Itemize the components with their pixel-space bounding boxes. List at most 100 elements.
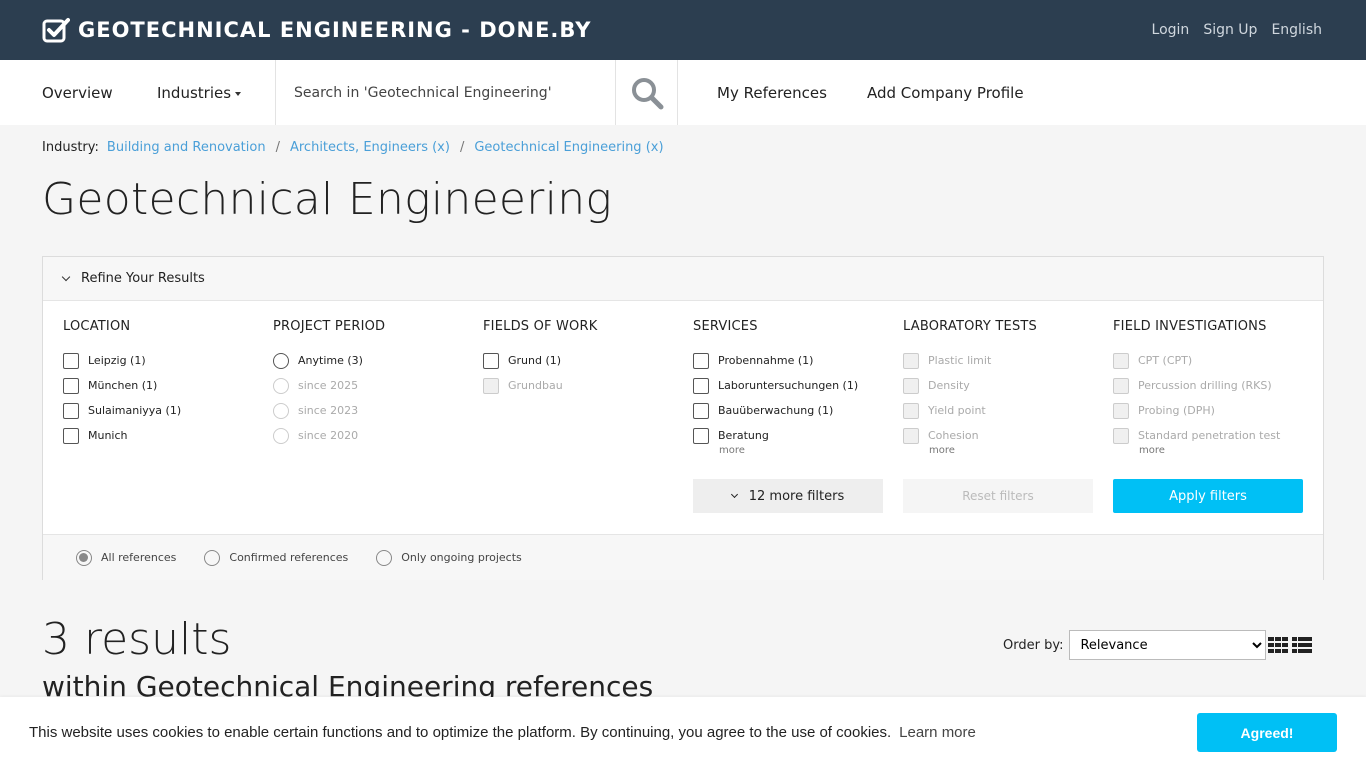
checkbox <box>1113 377 1129 394</box>
radio-button <box>273 402 289 419</box>
filter-option-label: Standard penetration test <box>1138 429 1281 442</box>
checkbox <box>483 377 499 394</box>
breadcrumb-geotechnical-engineering[interactable]: Geotechnical Engineering (x) <box>474 140 663 155</box>
filter-option-checkbox[interactable]: Probennahme (1) <box>693 348 903 373</box>
grid-view-icon[interactable] <box>1268 637 1288 653</box>
filter-option-label: Percussion drilling (RKS) <box>1138 379 1272 392</box>
radio-button <box>273 427 289 444</box>
filter-project-period-title: PROJECT PERIOD <box>273 319 386 334</box>
checkbox[interactable] <box>63 402 79 419</box>
radio-ongoing-projects[interactable]: Only ongoing projects <box>376 549 522 566</box>
checkbox <box>1113 402 1129 419</box>
checkbox[interactable] <box>63 377 79 394</box>
radio-confirmed-references[interactable]: Confirmed references <box>204 549 348 566</box>
filter-field-investigations: FIELD INVESTIGATIONS CPT (CPT) Percussio… <box>1113 319 1323 456</box>
filter-option-label: Grundbau <box>508 379 563 392</box>
results-count: 3 results <box>42 614 232 665</box>
more-filters-label: 12 more filters <box>748 488 845 504</box>
filter-option-label: since 2023 <box>298 404 359 417</box>
nav-add-company-profile[interactable]: Add Company Profile <box>867 60 1024 125</box>
checkbox <box>1113 352 1129 369</box>
search-button[interactable] <box>615 60 678 125</box>
radio-label: Only ongoing projects <box>401 551 522 564</box>
checkbox[interactable] <box>693 377 709 394</box>
breadcrumb-architects-engineers[interactable]: Architects, Engineers (x) <box>290 140 450 155</box>
services-more-link[interactable]: more <box>719 445 903 456</box>
list-view-icon[interactable] <box>1292 637 1312 653</box>
field-investigations-more-link[interactable]: more <box>1139 445 1323 456</box>
radio-button[interactable] <box>376 549 393 566</box>
filter-option-label: since 2020 <box>298 429 359 442</box>
filter-option-checkbox[interactable]: Sulaimaniyya (1) <box>63 398 273 423</box>
reference-type-options: All references Confirmed references Only… <box>43 534 1323 580</box>
radio-button[interactable] <box>273 352 289 369</box>
filter-option-label: since 2025 <box>298 379 359 392</box>
breadcrumb-building-renovation[interactable]: Building and Renovation <box>107 140 266 155</box>
filter-option-radio: since 2023 <box>273 398 483 423</box>
filter-option-checkbox[interactable]: Laboruntersuchungen (1) <box>693 373 903 398</box>
filter-option-label: Probing (DPH) <box>1138 404 1215 417</box>
filter-option-checkbox: Yield point <box>903 398 1113 423</box>
filter-option-checkbox[interactable]: Munich <box>63 423 273 448</box>
checkbox[interactable] <box>483 352 499 369</box>
nav-add-company-label: Add Company Profile <box>867 83 1024 102</box>
order-by: Order by: Relevance <box>1003 630 1267 660</box>
filter-columns: LOCATION Leipzig (1) München (1) Sulaima… <box>63 319 1323 456</box>
filter-option-checkbox[interactable]: Grund (1) <box>483 348 693 373</box>
filter-option-radio: since 2020 <box>273 423 483 448</box>
filter-laboratory-tests: LABORATORY TESTS Plastic limit Density Y… <box>903 319 1113 456</box>
filter-option-label: Cohesion <box>928 429 979 442</box>
filter-option-label: Anytime (3) <box>298 354 363 367</box>
cookie-learn-more-link[interactable]: Learn more <box>899 724 976 741</box>
breadcrumb-separator: / <box>275 140 280 155</box>
filter-option-label: Grund (1) <box>508 354 562 367</box>
nav-overview[interactable]: Overview <box>0 60 157 125</box>
radio-button-selected[interactable] <box>76 549 92 566</box>
nav-industries-dropdown[interactable]: Industries <box>157 60 275 125</box>
checkbox[interactable] <box>63 352 79 369</box>
reset-filters-button[interactable]: Reset filters <box>903 479 1093 513</box>
apply-filters-button[interactable]: Apply filters <box>1113 479 1303 513</box>
search-icon <box>631 77 663 109</box>
laboratory-tests-more-link[interactable]: more <box>929 445 1113 456</box>
checkbox[interactable] <box>63 427 79 444</box>
radio-button[interactable] <box>204 549 221 566</box>
filter-option-checkbox[interactable]: Leipzig (1) <box>63 348 273 373</box>
nav-my-references[interactable]: My References <box>678 60 867 125</box>
checkbox[interactable] <box>693 352 709 369</box>
cookie-agree-button[interactable]: Agreed! <box>1197 713 1337 752</box>
search-input[interactable] <box>276 60 615 125</box>
filter-location: LOCATION Leipzig (1) München (1) Sulaima… <box>63 319 273 456</box>
filter-option-label: Probennahme (1) <box>718 354 814 367</box>
search-box <box>275 60 615 125</box>
order-by-select[interactable]: Relevance <box>1069 630 1267 660</box>
signup-link[interactable]: Sign Up <box>1201 22 1259 38</box>
checkbox[interactable] <box>693 402 709 419</box>
checkbox-check-icon <box>42 18 70 43</box>
filter-option-checkbox: Percussion drilling (RKS) <box>1113 373 1323 398</box>
filter-option-checkbox[interactable]: München (1) <box>63 373 273 398</box>
filter-option-checkbox[interactable]: Bauüberwachung (1) <box>693 398 903 423</box>
radio-all-references[interactable]: All references <box>76 549 176 566</box>
filter-project-period: PROJECT PERIOD Anytime (3) since 2025 si… <box>273 319 483 456</box>
filter-field-investigations-title: FIELD INVESTIGATIONS <box>1113 319 1267 334</box>
filter-option-label: Density <box>928 379 970 392</box>
radio-button <box>273 377 289 394</box>
checkbox[interactable] <box>693 427 709 444</box>
page-title: Geotechnical Engineering <box>42 174 613 225</box>
nav-industries-label: Industries <box>157 83 232 102</box>
top-links: Login Sign Up English <box>1150 22 1324 38</box>
refine-results-toggle[interactable]: Refine Your Results <box>43 257 1323 301</box>
brand-logo[interactable]: GEOTECHNICAL ENGINEERING - DONE.BY <box>42 17 591 43</box>
filter-option-label: München (1) <box>88 379 158 392</box>
login-link[interactable]: Login <box>1150 22 1192 38</box>
nav-overview-label: Overview <box>42 83 113 102</box>
filter-option-radio[interactable]: Anytime (3) <box>273 348 483 373</box>
filter-option-label: Bauüberwachung (1) <box>718 404 834 417</box>
more-filters-button[interactable]: 12 more filters <box>693 479 883 513</box>
filter-option-label: Laboruntersuchungen (1) <box>718 379 859 392</box>
language-link[interactable]: English <box>1269 22 1324 38</box>
filter-fields-of-work: FIELDS OF WORK Grund (1) Grundbau <box>483 319 693 456</box>
filter-laboratory-tests-title: LABORATORY TESTS <box>903 319 1037 334</box>
main-nav: Overview Industries My References Add Co… <box>0 60 1366 125</box>
